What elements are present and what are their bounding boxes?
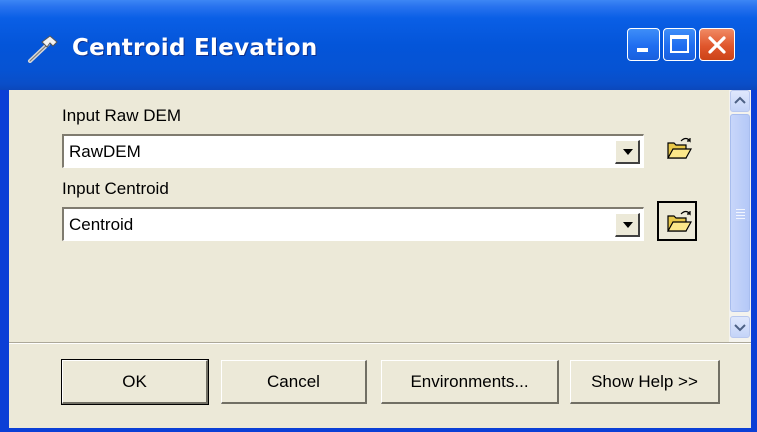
- input-raw-dem-value: RawDEM: [69, 142, 141, 161]
- maximize-icon: [670, 35, 689, 53]
- scroll-down-button[interactable]: [730, 316, 750, 338]
- environments-button[interactable]: Environments...: [381, 360, 559, 404]
- title-bar[interactable]: Centroid Elevation: [0, 0, 757, 90]
- cancel-button[interactable]: Cancel: [221, 360, 367, 404]
- input-centroid-dropdown-button[interactable]: [615, 213, 640, 237]
- scroll-thumb[interactable]: [730, 114, 750, 312]
- close-button[interactable]: [699, 28, 735, 61]
- maximize-button[interactable]: [663, 28, 696, 61]
- ok-button[interactable]: OK: [61, 359, 209, 405]
- close-icon: [707, 35, 727, 55]
- open-folder-icon: [666, 210, 692, 232]
- input-centroid-value: Centroid: [69, 215, 134, 234]
- input-raw-dem-combobox[interactable]: RawDEM: [62, 134, 644, 168]
- button-bar-divider: [9, 342, 751, 344]
- dialog-body: Input Raw DEM RawDEM Input Centroid Cent…: [9, 90, 751, 428]
- minimize-button[interactable]: [627, 28, 660, 61]
- vertical-scrollbar[interactable]: [729, 90, 751, 342]
- input-raw-dem-dropdown-button[interactable]: [615, 140, 640, 164]
- hammer-icon: [26, 35, 66, 63]
- scroll-up-button[interactable]: [730, 90, 750, 112]
- dialog-window: Centroid Elevation Input Raw DEM RawDEM: [0, 0, 757, 432]
- show-help-button[interactable]: Show Help >>: [570, 360, 720, 404]
- input-raw-dem-browse-button[interactable]: [659, 130, 699, 170]
- window-title: Centroid Elevation: [72, 35, 318, 61]
- input-centroid-combobox[interactable]: Centroid: [62, 207, 644, 241]
- chevron-down-icon: [623, 149, 633, 155]
- chevron-down-icon: [734, 324, 746, 332]
- input-centroid-browse-button[interactable]: [657, 201, 697, 241]
- chevron-down-icon: [623, 222, 633, 228]
- parameters-panel: Input Raw DEM RawDEM Input Centroid Cent…: [9, 90, 751, 342]
- minimize-icon: [637, 48, 648, 52]
- input-raw-dem-label: Input Raw DEM: [62, 106, 182, 125]
- chevron-up-icon: [734, 96, 746, 104]
- input-centroid-label: Input Centroid: [62, 179, 169, 198]
- open-folder-icon: [666, 137, 692, 159]
